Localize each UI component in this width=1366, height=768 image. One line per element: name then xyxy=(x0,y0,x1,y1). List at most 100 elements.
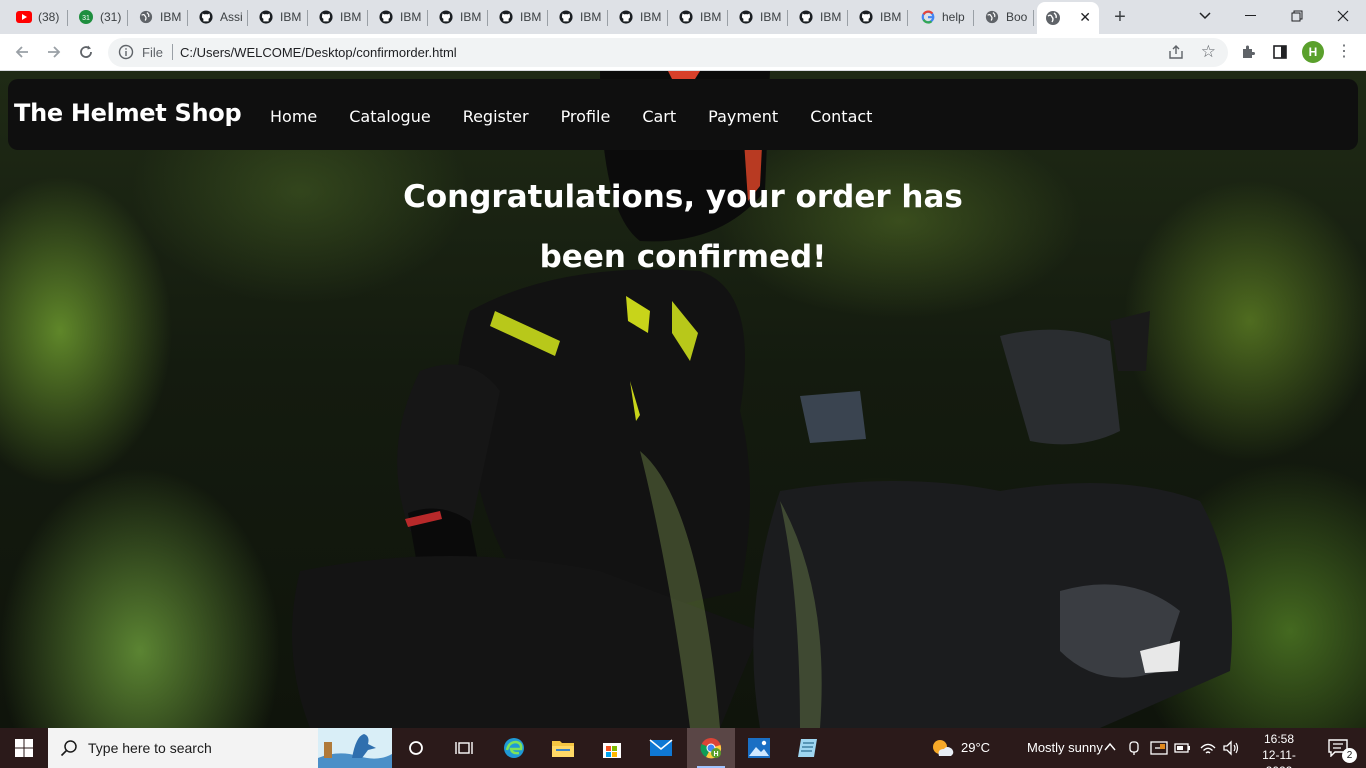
tab-title: IBM xyxy=(520,10,542,24)
browser-tab[interactable]: IBM xyxy=(670,3,728,31)
notification-center-button[interactable]: 2 xyxy=(1318,728,1366,768)
close-window-button[interactable] xyxy=(1320,0,1366,32)
start-button[interactable] xyxy=(0,728,48,768)
nav-link-profile[interactable]: Profile xyxy=(561,107,611,126)
clock-date: 12-11-2022 xyxy=(1262,748,1296,768)
reload-icon xyxy=(80,45,92,58)
new-tab-button[interactable]: + xyxy=(1110,5,1130,29)
close-tab-icon[interactable]: ✕ xyxy=(1079,9,1091,26)
github-icon xyxy=(498,9,514,25)
taskbar-file-explorer[interactable] xyxy=(539,728,587,768)
tab-title: IBM xyxy=(280,10,302,24)
browser-tab[interactable]: IBM xyxy=(130,3,188,31)
svg-text:H: H xyxy=(713,751,718,758)
task-view-button[interactable] xyxy=(440,728,488,768)
tab-title: IBM xyxy=(580,10,602,24)
confirmation-heading-line1: Congratulations, your order has xyxy=(403,179,963,215)
github-icon xyxy=(738,9,754,25)
nav-link-cart[interactable]: Cart xyxy=(642,107,676,126)
chrome-icon: H xyxy=(700,738,722,759)
profile-avatar[interactable]: H xyxy=(1302,41,1324,63)
meet-now-icon[interactable] xyxy=(1127,740,1141,756)
chevron-up-icon[interactable] xyxy=(1104,742,1116,752)
taskbar-photos[interactable] xyxy=(735,728,783,768)
forward-button[interactable] xyxy=(42,40,66,64)
tab-title: IBM xyxy=(160,10,182,24)
browser-tab[interactable]: (38) xyxy=(8,3,68,31)
tab-title: IBM xyxy=(760,10,782,24)
browser-menu-icon[interactable]: ⋮ xyxy=(1336,42,1352,62)
taskbar-chrome[interactable]: H xyxy=(687,728,735,768)
github-icon xyxy=(318,9,334,25)
url-text[interactable]: C:/Users/WELCOME/Desktop/confirmorder.ht… xyxy=(180,45,457,60)
site-logo-text[interactable]: The Helmet Shop xyxy=(14,99,242,127)
calendar-icon: 31 xyxy=(78,9,94,25)
edge-icon xyxy=(504,738,524,758)
wifi-icon[interactable] xyxy=(1199,740,1217,756)
taskbar-edge[interactable] xyxy=(490,728,538,768)
side-panel-icon[interactable] xyxy=(1270,42,1290,62)
minimize-button[interactable] xyxy=(1228,0,1274,32)
tab-separator xyxy=(307,10,308,26)
weather-temperature[interactable]: 29°C xyxy=(961,740,990,755)
nav-link-payment[interactable]: Payment xyxy=(708,107,778,126)
weather-description[interactable]: Mostly sunny xyxy=(1027,740,1103,755)
weather-sun-icon[interactable] xyxy=(929,736,955,760)
browser-tab[interactable]: IBM xyxy=(370,3,428,31)
tab-separator xyxy=(907,10,908,26)
browser-tab[interactable]: IBM xyxy=(790,3,848,31)
browser-tab[interactable]: 31 (31) xyxy=(70,3,128,31)
volume-icon[interactable] xyxy=(1222,740,1240,756)
extensions-icon[interactable] xyxy=(1238,42,1258,62)
device-status-icon[interactable] xyxy=(1150,740,1168,756)
info-icon[interactable] xyxy=(118,44,134,60)
tab-separator xyxy=(847,10,848,26)
browser-tab[interactable]: IBM xyxy=(610,3,668,31)
browser-tab[interactable]: IBM xyxy=(250,3,308,31)
browser-tab[interactable]: IBM xyxy=(310,3,368,31)
system-clock[interactable]: 16:58 12-11-2022 xyxy=(1254,731,1304,768)
store-icon xyxy=(603,743,621,758)
battery-icon[interactable] xyxy=(1174,741,1192,755)
browser-tab[interactable]: help xyxy=(912,3,974,31)
tab-title: (38) xyxy=(38,10,60,24)
page-viewport: The Helmet Shop Home Catalogue Register Pro… xyxy=(0,71,1366,728)
browser-tab[interactable]: IBM xyxy=(490,3,548,31)
tab-title: help xyxy=(942,10,965,24)
browser-tab[interactable]: IBM xyxy=(730,3,788,31)
share-icon[interactable] xyxy=(1168,44,1184,60)
taskbar-store[interactable] xyxy=(588,728,636,768)
restore-button[interactable] xyxy=(1274,0,1320,32)
browser-tab[interactable]: IBM xyxy=(850,3,908,31)
forward-arrow-icon xyxy=(48,46,61,58)
nav-link-register[interactable]: Register xyxy=(463,107,529,126)
confirmation-heading-line2: been confirmed! xyxy=(539,239,827,275)
github-icon xyxy=(258,9,274,25)
tab-search-button[interactable] xyxy=(1182,0,1228,32)
tab-separator xyxy=(787,10,788,26)
notification-count-badge: 2 xyxy=(1342,748,1357,763)
cortana-circle-icon xyxy=(409,741,423,755)
nav-link-home[interactable]: Home xyxy=(270,107,317,126)
browser-tab[interactable]: Assi xyxy=(190,3,248,31)
taskbar-app-notepad[interactable] xyxy=(784,728,832,768)
address-bar[interactable]: File C:/Users/WELCOME/Desktop/confirmord… xyxy=(108,38,1228,67)
browser-tab[interactable]: Boo xyxy=(976,3,1034,31)
tab-separator xyxy=(607,10,608,26)
browser-tab[interactable]: IBM xyxy=(430,3,488,31)
bookmark-star-icon[interactable]: ☆ xyxy=(1201,43,1216,60)
back-button[interactable] xyxy=(10,40,34,64)
taskbar-mail[interactable] xyxy=(637,728,685,768)
nav-link-catalogue[interactable]: Catalogue xyxy=(349,107,430,126)
nav-link-contact[interactable]: Contact xyxy=(810,107,872,126)
reload-button[interactable] xyxy=(74,40,98,64)
file-scheme-label: File xyxy=(142,45,163,60)
browser-tab[interactable]: IBM xyxy=(550,3,608,31)
tab-separator xyxy=(547,10,548,26)
taskbar-search-box[interactable]: Type here to search xyxy=(48,728,392,768)
github-icon xyxy=(858,9,874,25)
tab-active[interactable]: ✕ xyxy=(1037,2,1099,34)
notepad-icon xyxy=(798,739,817,757)
cortana-button[interactable] xyxy=(392,728,440,768)
windows-logo-icon xyxy=(15,739,33,757)
